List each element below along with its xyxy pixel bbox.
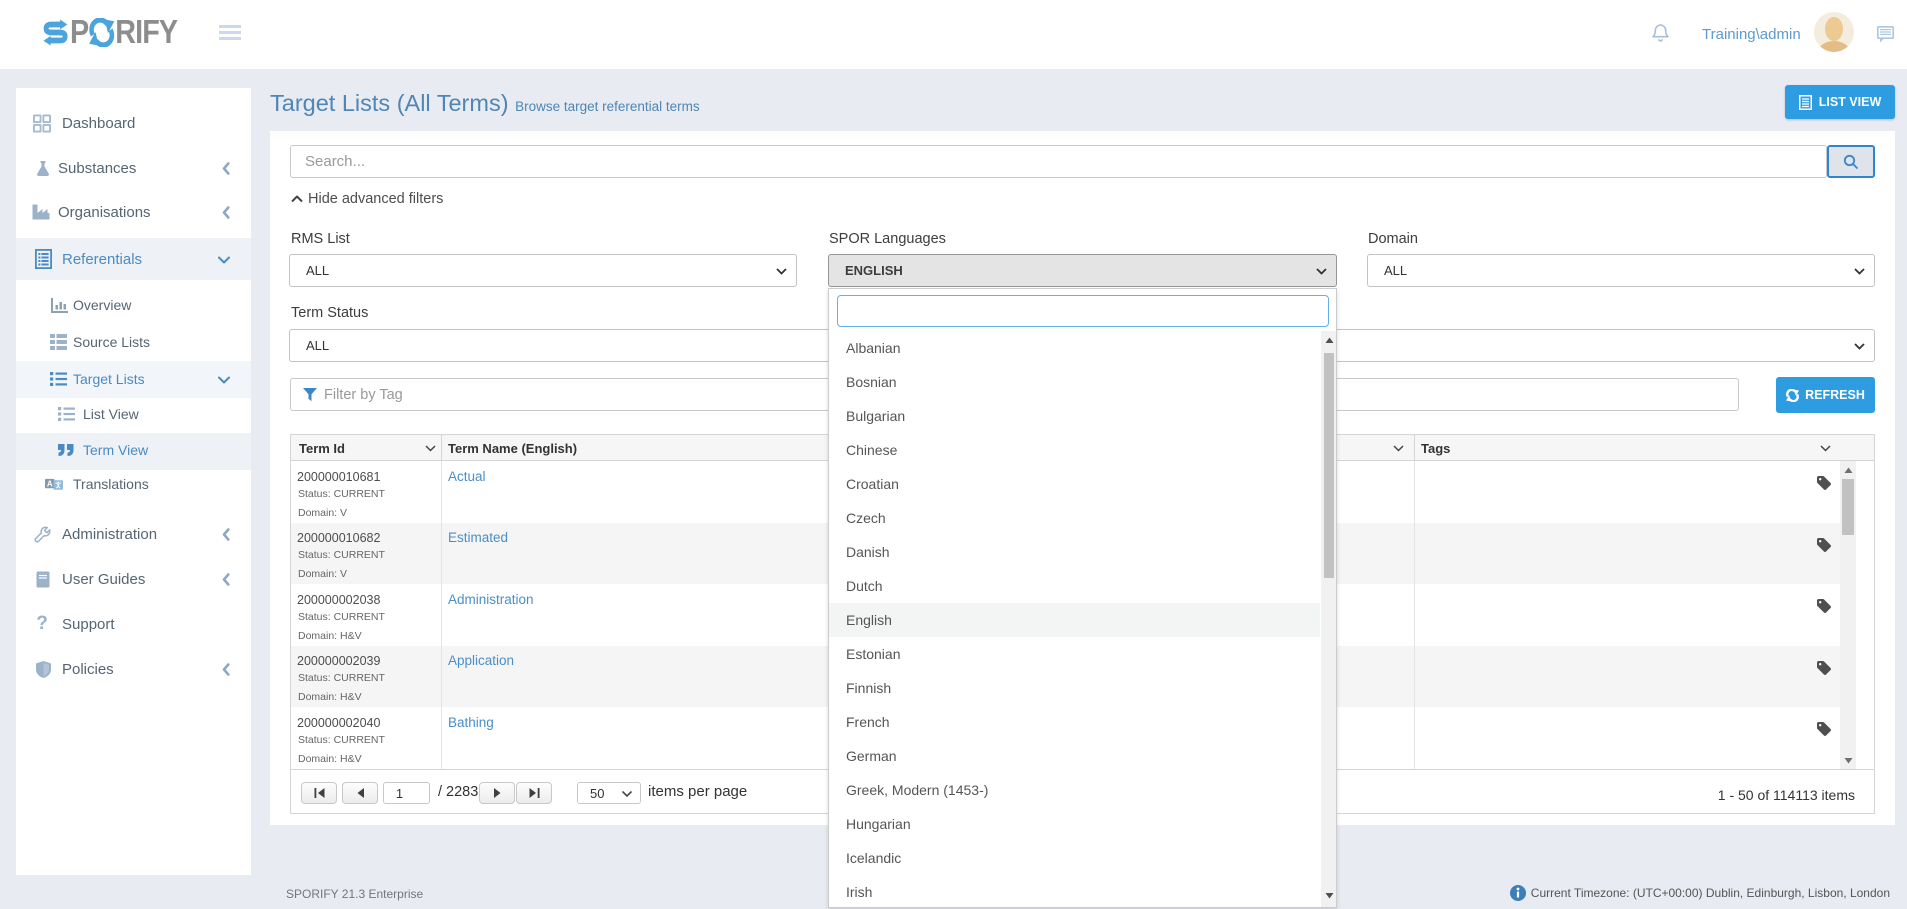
svg-text:A: A bbox=[47, 479, 53, 488]
